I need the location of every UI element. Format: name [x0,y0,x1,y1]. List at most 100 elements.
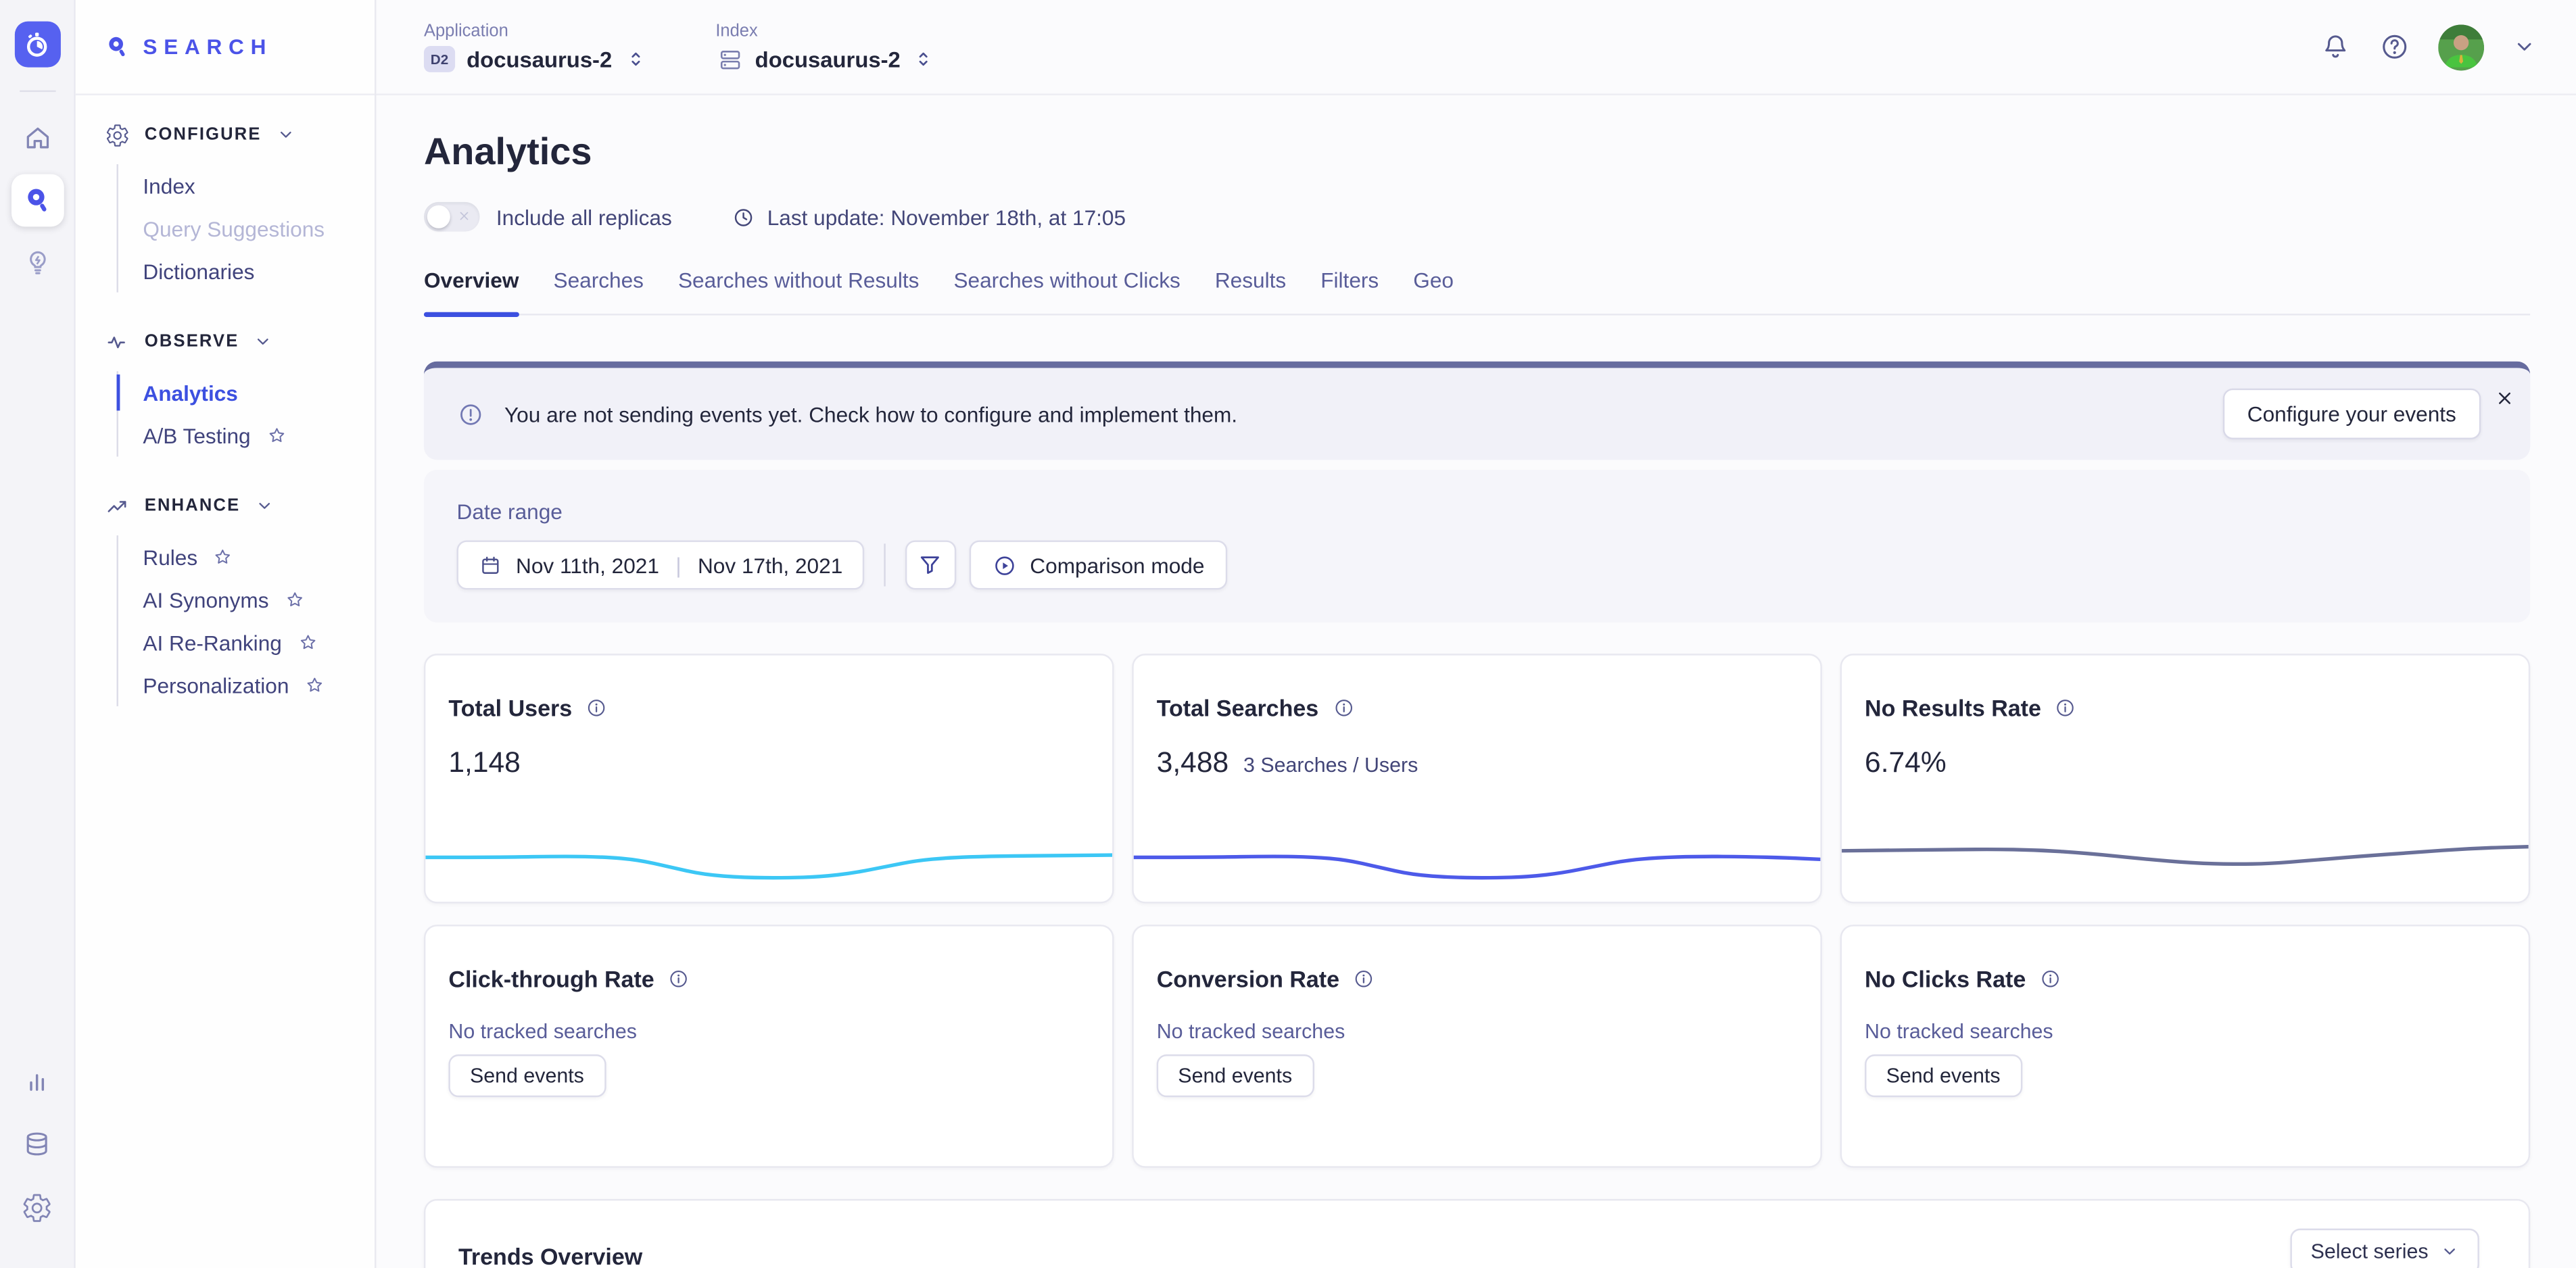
sidebar-item-analytics[interactable]: Analytics [143,371,375,414]
user-avatar[interactable] [2438,24,2484,70]
sidebar-section-enhance: ENHANCE Rules AI Synonyms AI Re-Ranking [105,483,375,706]
sidebar-item-personalization[interactable]: Personalization [143,664,375,706]
search-magnifier-icon [103,33,131,61]
sidebar-item-rules[interactable]: Rules [143,535,375,578]
send-events-button[interactable]: Send events [448,1054,605,1097]
info-icon[interactable] [2054,696,2077,719]
application-badge: D2 [424,46,455,72]
card-title: Total Users [448,695,572,721]
sidebar-item-query-suggestions[interactable]: Query Suggestions [143,207,375,249]
metric-cards-grid: Total Users 1,148 Total Searches 3,488 [424,654,2530,1168]
no-results-rate-sparkline [1842,826,2529,892]
info-icon[interactable] [667,967,690,990]
tab-geo[interactable]: Geo [1413,268,1454,314]
star-icon [297,631,318,653]
chevron-down-icon [255,496,275,516]
section-label: OBSERVE [145,332,239,351]
tab-results[interactable]: Results [1215,268,1286,314]
trends-title: Trends Overview [458,1244,642,1268]
comparison-mode-button[interactable]: Comparison mode [969,540,1227,589]
algolia-app-logo[interactable] [14,22,60,68]
main-area: Application D2 docusaurus-2 Index docusa… [376,0,2576,1268]
filter-button[interactable] [905,540,956,589]
sidebar-item-index[interactable]: Index [143,164,375,207]
banner-close-button[interactable] [2491,385,2519,412]
index-value: docusaurus-2 [755,47,901,71]
sidebar-item-dictionaries[interactable]: Dictionaries [143,249,375,292]
tab-filters[interactable]: Filters [1320,268,1379,314]
product-rail [0,0,76,1268]
date-range-picker[interactable]: Nov 11th, 2021 | Nov 17th, 2021 [457,540,864,589]
search-logo: SEARCH [76,0,375,95]
rail-recommend-button[interactable] [11,237,64,289]
index-label: Index [715,20,934,40]
tab-searches-without-clicks[interactable]: Searches without Clicks [953,268,1180,314]
database-icon [22,1127,53,1159]
help-circle-icon [2379,31,2410,62]
user-menu-button[interactable] [2512,34,2536,59]
sidebar-section-observe-header[interactable]: OBSERVE [105,318,375,364]
total-users-sparkline [425,826,1112,892]
sidebar-section-enhance-header[interactable]: ENHANCE [105,483,375,529]
info-icon[interactable] [586,696,609,719]
info-icon[interactable] [1352,967,1375,990]
alert-circle-icon [457,400,485,428]
send-events-button[interactable]: Send events [1157,1054,1314,1097]
card-suffix: 3 Searches / Users [1243,754,1418,777]
card-title: Click-through Rate [448,966,654,992]
funnel-icon [917,552,944,578]
home-icon [20,122,53,155]
sidebar-item-ai-synonyms[interactable]: AI Synonyms [143,578,375,620]
rail-divider [19,91,55,92]
notifications-button[interactable] [2320,31,2351,62]
sidebar-item-ai-re-ranking[interactable]: AI Re-Ranking [143,621,375,664]
application-selector[interactable]: Application D2 docusaurus-2 [424,22,646,72]
select-series-button[interactable]: Select series [2291,1229,2479,1268]
sidebar: SEARCH CONFIGURE Index Query Suggestions… [76,0,377,1268]
send-events-button[interactable]: Send events [1865,1054,2022,1097]
date-end: Nov 17th, 2021 [698,553,842,577]
help-button[interactable] [2379,31,2410,62]
star-icon [304,675,325,696]
tab-searches[interactable]: Searches [553,268,643,314]
avatar-photo [2438,24,2484,70]
replicas-toggle-row: Include all replicas Last update: Novemb… [424,202,2530,232]
card-title: Total Searches [1157,695,1319,721]
index-selector[interactable]: Index docusaurus-2 [715,20,934,73]
card-title: No Results Rate [1865,695,2041,721]
index-stack-icon [715,45,743,73]
chevron-down-icon [277,125,296,145]
rail-data-button[interactable] [11,1117,64,1169]
stopwatch-icon [22,29,53,60]
pulse-icon [105,329,130,353]
toggle-off-x-icon [457,209,472,224]
include-replicas-toggle[interactable] [424,202,480,232]
tab-searches-without-results[interactable]: Searches without Results [678,268,919,314]
trends-overview-card: Trends Overview Select series [424,1199,2530,1268]
card-conversion-rate: Conversion Rate No tracked searches Send… [1132,925,1822,1168]
rail-settings-button[interactable] [11,1181,64,1234]
no-tracked-searches-text: No tracked searches [1865,1020,2506,1043]
card-value: 1,148 [448,746,520,780]
sidebar-section-configure-header[interactable]: CONFIGURE [105,112,375,157]
selector-stepper-icon [912,47,935,70]
sidebar-item-ab-testing[interactable]: A/B Testing [143,414,375,456]
card-total-users: Total Users 1,148 [424,654,1114,903]
rail-bottom-group [11,1053,64,1268]
card-total-searches: Total Searches 3,488 3 Searches / Users [1132,654,1822,903]
date-range-panel: Date range Nov 11th, 2021 | Nov 17th, 20… [424,470,2530,623]
star-icon [212,546,234,568]
configure-events-button[interactable]: Configure your events [2222,389,2481,439]
info-icon[interactable] [1332,696,1355,719]
gear-icon [22,1192,53,1223]
rail-home-button[interactable] [11,112,64,164]
info-icon[interactable] [2039,967,2062,990]
card-click-through-rate: Click-through Rate No tracked searches S… [424,925,1114,1168]
tab-overview[interactable]: Overview [424,268,519,314]
rail-usage-button[interactable] [11,1053,64,1106]
no-tracked-searches-text: No tracked searches [448,1020,1089,1043]
page-title: Analytics [424,130,2530,174]
selector-stepper-icon [623,47,646,70]
last-update: Last update: November 18th, at 17:05 [731,205,1126,229]
rail-search-product-button[interactable] [11,174,64,227]
